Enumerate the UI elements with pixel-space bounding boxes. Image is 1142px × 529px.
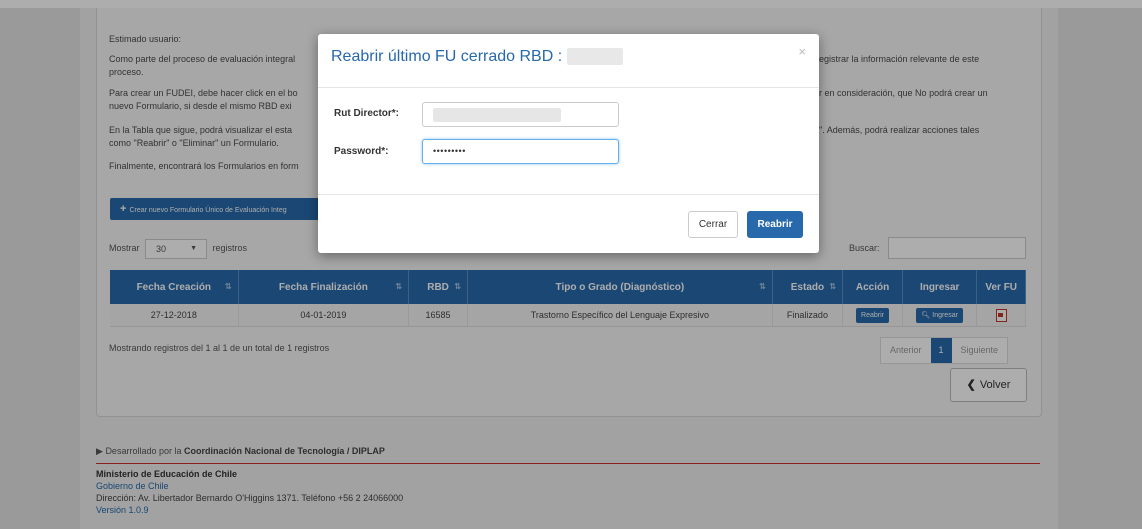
password-input[interactable]: •••••••••	[422, 139, 619, 164]
modal-footer-divider	[318, 194, 819, 195]
password-value: •••••••••	[433, 146, 466, 156]
rut-redacted	[433, 108, 561, 122]
reopen-modal: Reabrir último FU cerrado RBD : × Rut Di…	[318, 34, 819, 253]
rbd-redacted	[566, 48, 623, 66]
cerrar-button[interactable]: Cerrar	[688, 211, 738, 238]
rut-director-label: Rut Director*:	[334, 108, 400, 119]
password-label: Password*:	[334, 146, 389, 157]
reabrir-button[interactable]: Reabrir	[747, 211, 803, 238]
rut-director-input[interactable]	[422, 102, 619, 127]
modal-header-divider	[318, 87, 819, 88]
modal-title: Reabrir último FU cerrado RBD :	[331, 48, 623, 66]
close-icon[interactable]: ×	[798, 44, 806, 59]
